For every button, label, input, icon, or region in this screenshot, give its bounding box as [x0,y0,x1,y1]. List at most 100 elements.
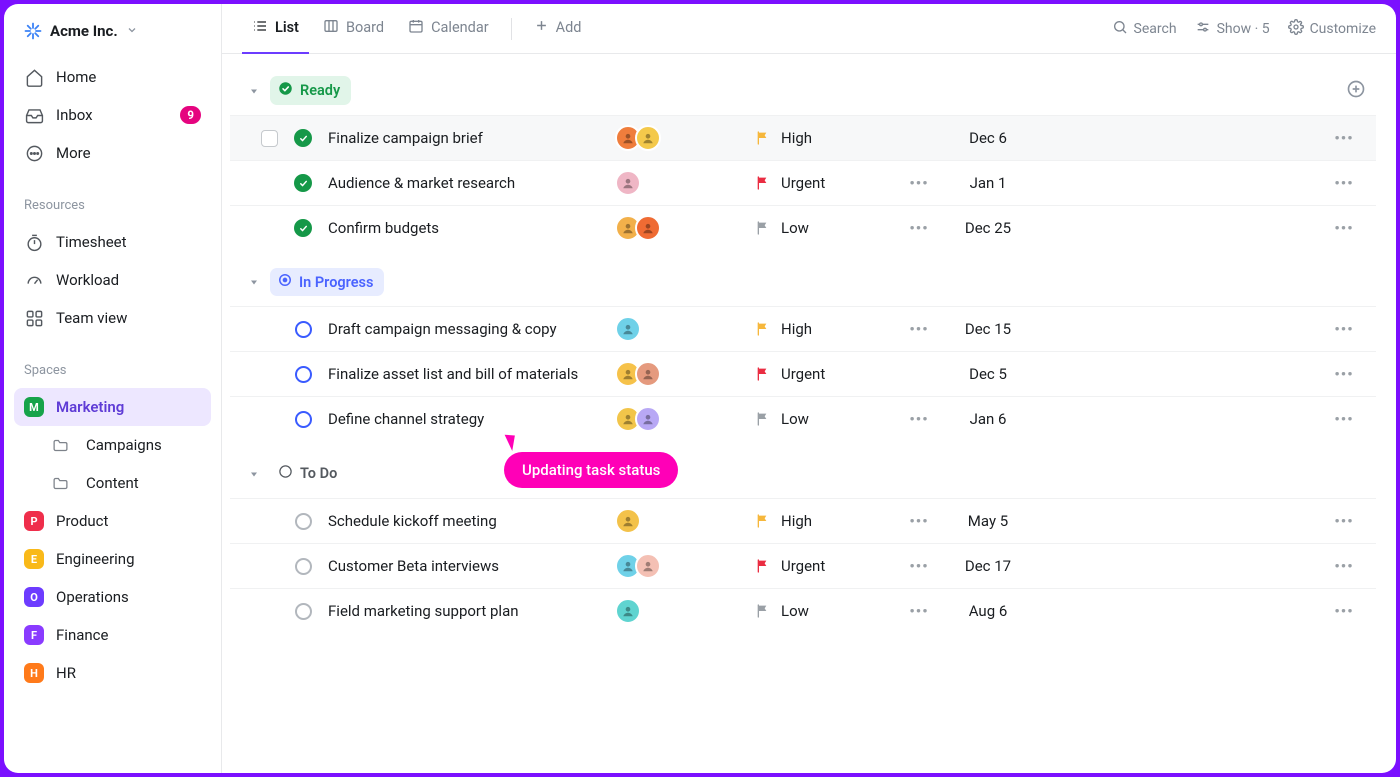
show-button[interactable]: Show · 5 [1195,19,1270,39]
task-priority[interactable]: High [755,320,895,338]
task-priority[interactable]: Low [755,602,895,620]
view-tab-list[interactable]: List [242,4,309,54]
task-assignees[interactable] [615,508,755,534]
task-priority[interactable]: Urgent [755,174,895,192]
task-row-actions[interactable]: ••• [1320,129,1368,147]
task-assignees[interactable] [615,361,755,387]
task-status[interactable] [288,411,318,428]
task-status[interactable] [288,558,318,575]
task-priority[interactable]: High [755,512,895,530]
task-status[interactable] [288,603,318,620]
folder-content[interactable]: Content [14,464,211,502]
task-title[interactable]: Finalize campaign brief [318,129,615,147]
task-assignees[interactable] [615,316,755,342]
nav-home[interactable]: Home [14,58,211,96]
task-title[interactable]: Draft campaign messaging & copy [318,320,615,338]
task-status[interactable] [288,513,318,530]
nav-teamview[interactable]: Team view [14,299,211,337]
task-title[interactable]: Define channel strategy [318,410,615,428]
task-priority[interactable]: Low [755,410,895,428]
workspace-switcher[interactable]: Acme Inc. [4,14,221,54]
collapse-button[interactable] [248,276,260,288]
task-assignees[interactable] [615,553,755,579]
task-status[interactable] [288,219,318,237]
task-date[interactable]: Jan 6 [943,410,1033,428]
task-priority[interactable]: Urgent [755,365,895,383]
task-status[interactable] [288,321,318,338]
space-hr[interactable]: H HR [14,654,211,692]
task-more-menu[interactable]: ••• [895,320,943,338]
space-operations[interactable]: O Operations [14,578,211,616]
task-row[interactable]: Confirm budgetsLow•••Dec 25••• [230,205,1376,250]
nav-more[interactable]: More [14,134,211,172]
task-date[interactable]: Dec 17 [943,557,1033,575]
task-priority[interactable]: Urgent [755,557,895,575]
search-button[interactable]: Search [1112,19,1177,39]
task-row[interactable]: Draft campaign messaging & copyHigh•••De… [230,306,1376,351]
task-more-menu[interactable]: ••• [895,410,943,428]
task-row-actions[interactable]: ••• [1320,557,1368,575]
view-tab-board[interactable]: Board [313,4,394,54]
task-priority[interactable]: High [755,129,895,147]
nav-workload[interactable]: Workload [14,261,211,299]
task-row[interactable]: Finalize asset list and bill of material… [230,351,1376,396]
task-date[interactable]: Aug 6 [943,602,1033,620]
task-row[interactable]: Define channel strategyLow•••Jan 6••• [230,396,1376,441]
folder-campaigns[interactable]: Campaigns [14,426,211,464]
collapse-button[interactable] [248,85,260,97]
space-product[interactable]: P Product [14,502,211,540]
task-date[interactable]: Dec 15 [943,320,1033,338]
task-row-actions[interactable]: ••• [1320,320,1368,338]
task-date[interactable]: Dec 25 [943,219,1033,237]
group-pill-inprogress[interactable]: In Progress [270,268,384,296]
customize-button[interactable]: Customize [1288,19,1376,39]
task-status[interactable] [288,129,318,147]
nav-inbox[interactable]: Inbox 9 [14,96,211,134]
task-assignees[interactable] [615,125,755,151]
task-more-menu[interactable]: ••• [895,174,943,192]
task-status[interactable] [288,174,318,192]
task-checkbox[interactable] [261,130,278,147]
task-row[interactable]: Schedule kickoff meetingHigh•••May 5••• [230,498,1376,543]
space-marketing[interactable]: M Marketing [14,388,211,426]
task-row-actions[interactable]: ••• [1320,174,1368,192]
group-pill-ready[interactable]: Ready [270,76,351,105]
task-row-actions[interactable]: ••• [1320,219,1368,237]
task-more-menu[interactable]: ••• [895,602,943,620]
task-date[interactable]: Dec 5 [943,365,1033,383]
task-assignees[interactable] [615,215,755,241]
space-finance[interactable]: F Finance [14,616,211,654]
collapse-button[interactable] [248,468,260,480]
task-row[interactable]: Finalize campaign brief High Dec 6 ••• [230,115,1376,160]
group-pill-todo[interactable]: To Do [270,459,348,488]
task-more-menu[interactable]: ••• [895,512,943,530]
task-title[interactable]: Confirm budgets [318,219,615,237]
task-title[interactable]: Field marketing support plan [318,602,615,620]
task-status[interactable] [288,366,318,383]
task-title[interactable]: Finalize asset list and bill of material… [318,365,615,383]
group-add-button[interactable] [1346,79,1376,103]
nav-timesheet[interactable]: Timesheet [14,223,211,261]
task-title[interactable]: Audience & market research [318,174,615,192]
task-priority[interactable]: Low [755,219,895,237]
task-more-menu[interactable]: ••• [895,557,943,575]
task-row-actions[interactable]: ••• [1320,602,1368,620]
task-title[interactable]: Customer Beta interviews [318,557,615,575]
task-date[interactable]: Dec 6 [943,129,1033,147]
task-row[interactable]: Customer Beta interviewsUrgent•••Dec 17•… [230,543,1376,588]
task-assignees[interactable] [615,170,755,196]
task-date[interactable]: May 5 [943,512,1033,530]
view-tab-calendar[interactable]: Calendar [398,4,499,54]
task-title[interactable]: Schedule kickoff meeting [318,512,615,530]
space-engineering[interactable]: E Engineering [14,540,211,578]
task-assignees[interactable] [615,598,755,624]
task-date[interactable]: Jan 1 [943,174,1033,192]
task-row[interactable]: Audience & market researchUrgent•••Jan 1… [230,160,1376,205]
task-more-menu[interactable]: ••• [895,219,943,237]
task-row-actions[interactable]: ••• [1320,365,1368,383]
task-row-actions[interactable]: ••• [1320,512,1368,530]
task-row[interactable]: Field marketing support planLow•••Aug 6•… [230,588,1376,633]
view-tab-add[interactable]: Add [524,4,592,54]
task-row-actions[interactable]: ••• [1320,410,1368,428]
task-assignees[interactable] [615,406,755,432]
